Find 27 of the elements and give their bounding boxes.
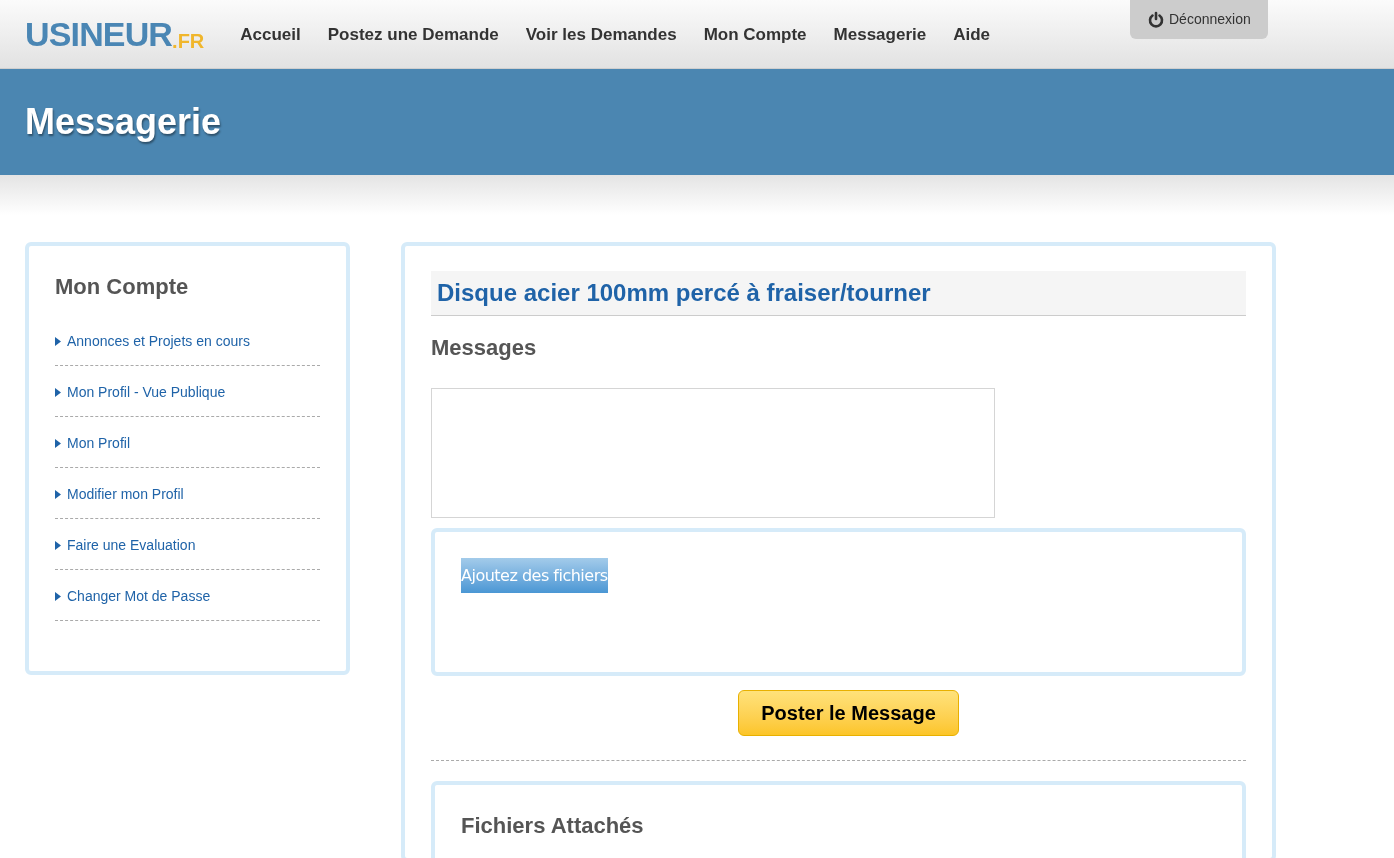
sidebar-link[interactable]: Modifier mon Profil	[55, 468, 320, 519]
caret-icon	[55, 540, 61, 550]
nav-link[interactable]: Postez une Demande	[327, 22, 499, 48]
caret-icon	[55, 336, 61, 346]
caret-icon	[55, 489, 61, 499]
messages-heading: Messages	[431, 334, 538, 362]
request-title: Disque acier 100mm percé à fraiser/tourner	[431, 271, 1246, 316]
attachments-heading: Fichiers Attachés	[461, 812, 645, 840]
sidebar-link[interactable]: Changer Mot de Passe	[55, 570, 320, 621]
sidebar-link[interactable]: Mon Profil	[55, 417, 320, 468]
logout-button[interactable]: Déconnexion	[1130, 0, 1268, 39]
nav-link[interactable]: Mon Compte	[703, 22, 807, 48]
sidebar-link[interactable]: Mon Profil - Vue Publique	[55, 366, 320, 417]
page-title: Messagerie	[25, 100, 222, 144]
sidebar-title: Mon Compte	[55, 273, 190, 301]
post-message-button[interactable]: Poster le Message	[738, 690, 959, 736]
caret-icon	[55, 438, 61, 448]
message-input[interactable]	[431, 388, 995, 518]
nav-link[interactable]: Messagerie	[833, 22, 927, 48]
sidebar-link[interactable]: Annonces et Projets en cours	[55, 315, 320, 366]
nav-link[interactable]: Accueil	[240, 22, 301, 48]
nav-link[interactable]: Voir les Demandes	[525, 22, 677, 48]
nav-link[interactable]: Aide	[953, 22, 991, 48]
caret-icon	[55, 387, 61, 397]
sidebar-link[interactable]: Faire une Evaluation	[55, 519, 320, 570]
power-icon	[1147, 10, 1165, 29]
caret-icon	[55, 591, 61, 601]
